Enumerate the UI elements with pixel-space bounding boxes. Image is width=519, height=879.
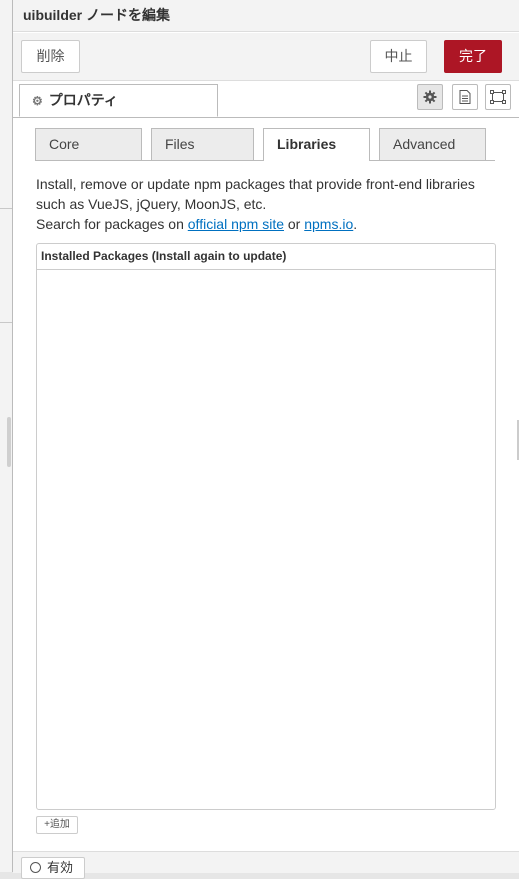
cancel-button[interactable]: 中止: [370, 40, 427, 73]
search-prefix-text: Search for packages on: [36, 216, 188, 232]
installed-packages-header: Installed Packages (Install again to upd…: [37, 244, 495, 270]
tab-advanced[interactable]: Advanced: [379, 128, 486, 160]
add-package-button[interactable]: +追加: [36, 816, 78, 834]
appearance-frame-icon[interactable]: [485, 84, 511, 110]
tab-libraries[interactable]: Libraries: [263, 128, 370, 161]
add-label: 追加: [49, 819, 70, 830]
tab-properties-label: プロパティ: [48, 92, 118, 108]
settings-tabs: Core Files Libraries Advanced: [35, 128, 495, 161]
enabled-toggle[interactable]: 有効: [21, 857, 85, 879]
workspace-grid-line: [0, 208, 12, 209]
delete-button[interactable]: 削除: [21, 40, 80, 73]
description-doc-icon[interactable]: [452, 84, 478, 110]
npms-io-link[interactable]: npms.io: [304, 216, 353, 232]
libraries-description: Install, remove or update npm packages t…: [36, 174, 496, 234]
enabled-label: 有効: [47, 860, 74, 875]
description-line-2: such as VueJS, jQuery, MoonJS, etc.: [36, 196, 267, 212]
period-text: .: [353, 216, 358, 232]
gear-icon: ⚙: [32, 94, 43, 108]
or-text: or: [284, 216, 305, 232]
node-properties-gear-icon[interactable]: [417, 84, 443, 110]
tab-core[interactable]: Core: [35, 128, 142, 160]
done-button[interactable]: 完了: [444, 40, 502, 73]
installed-packages-list: Installed Packages (Install again to upd…: [36, 243, 496, 810]
tab-files[interactable]: Files: [151, 128, 254, 160]
properties-tab-bar: ⚙ プロパティ: [13, 81, 519, 118]
workspace-grid-line: [0, 322, 12, 323]
description-line-1: Install, remove or update npm packages t…: [36, 176, 475, 192]
toggle-circle-icon: [30, 862, 41, 873]
edit-tray: uibuilder ノードを編集 削除 中止 完了 ⚙ プロパティ Core Fi…: [12, 0, 519, 879]
description-line-3: Search for packages on official npm site…: [36, 214, 496, 234]
workspace-edge: [0, 0, 12, 872]
official-npm-site-link[interactable]: official npm site: [188, 216, 284, 232]
tray-toolbar: 削除 中止 完了: [13, 33, 519, 81]
tray-title: uibuilder ノードを編集: [13, 0, 519, 32]
resize-handle[interactable]: [7, 417, 11, 467]
tray-footer: 有効: [13, 851, 519, 879]
tab-properties[interactable]: ⚙ プロパティ: [19, 84, 218, 117]
